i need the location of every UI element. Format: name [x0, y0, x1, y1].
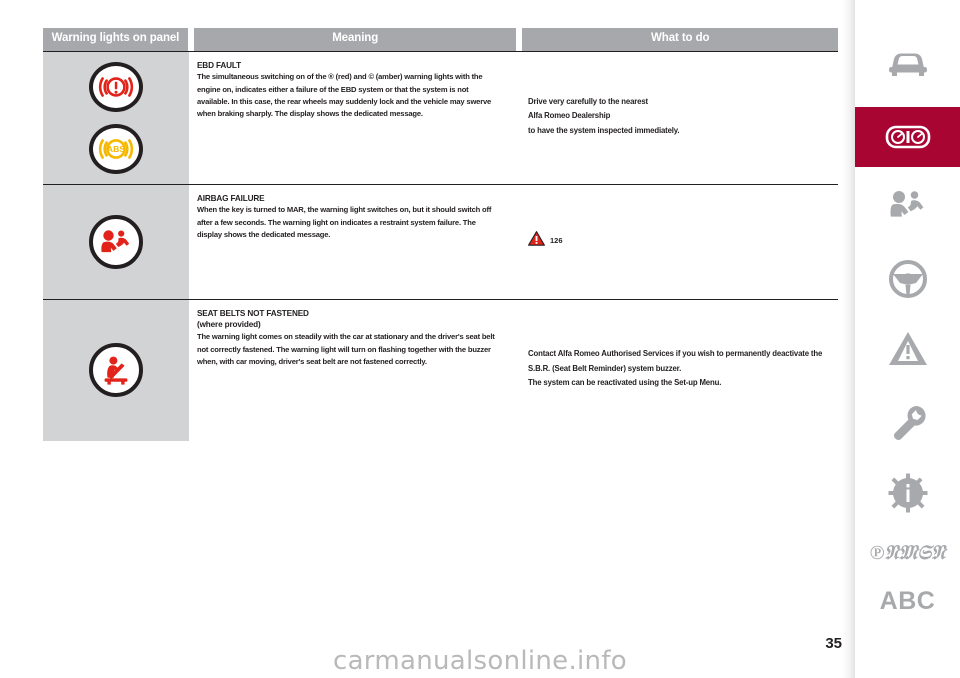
- svg-text:ABS: ABS: [107, 144, 125, 154]
- sidebar-item-steering[interactable]: [855, 248, 960, 310]
- table-row: SEAT BELTS NOT FASTENED (where provided)…: [43, 298, 838, 441]
- sidebar-item-safety[interactable]: [855, 172, 960, 242]
- warning-light-icons-cell: ABS: [43, 51, 189, 184]
- table-header-meaning: Meaning: [193, 28, 517, 51]
- warning-light-icons-cell: [43, 184, 189, 299]
- table-row: ABS EBD FAULT The simultaneous switching…: [43, 50, 838, 184]
- safety-airbag-icon: [886, 188, 930, 226]
- sidebar-item-car[interactable]: [855, 22, 960, 104]
- abs-icon: ABS: [89, 123, 143, 174]
- meaning-body: The simultaneous switching on of the ® (…: [197, 72, 492, 119]
- what-to-do-dealership: Alfa Romeo Dealership: [528, 111, 611, 121]
- meaning-body: The warning light comes on steadily with…: [197, 332, 495, 366]
- airbag-icon: [89, 214, 143, 269]
- index-signature-icon: ℗𝔑𝔐𝔖𝔑: [869, 539, 946, 564]
- table-row: AIRBAG FAILURE When the key is turned to…: [43, 183, 838, 299]
- what-to-do-cell: Contact Alfa Romeo Authorised Services i…: [514, 300, 838, 441]
- warning-triangle-icon: [887, 330, 929, 368]
- what-to-do-line: Drive very carefully to the nearest: [528, 96, 648, 106]
- car-icon: [886, 46, 930, 80]
- meaning-subtitle: (where provided): [197, 320, 261, 330]
- meaning-cell: SEAT BELTS NOT FASTENED (where provided)…: [189, 300, 514, 441]
- meaning-cell: AIRBAG FAILURE When the key is turned to…: [189, 185, 514, 299]
- what-to-do-cell: Drive very carefully to the nearest Alfa…: [514, 52, 838, 184]
- table-header-row: Warning lights on panel Meaning What to …: [43, 28, 838, 51]
- seat-belt-icon: [89, 343, 143, 397]
- manual-page: Warning lights on panel Meaning What to …: [0, 0, 960, 678]
- alphabetical-index-label: ABC: [879, 586, 936, 615]
- sidebar-item-index[interactable]: ℗𝔑𝔐𝔖𝔑: [855, 530, 960, 574]
- warning-lights-table: Warning lights on panel Meaning What to …: [43, 28, 838, 441]
- section-sidebar: ℗𝔑𝔐𝔖𝔑 ABC: [855, 0, 960, 678]
- sidebar-item-info[interactable]: [855, 458, 960, 528]
- warning-triangle-icon: [528, 230, 545, 251]
- what-to-do-line: Contact Alfa Romeo Authorised Services i…: [528, 349, 823, 373]
- sidebar-item-warnings[interactable]: [855, 318, 960, 380]
- table-header-what-to-do: What to do: [522, 28, 838, 51]
- warning-light-icons-cell: [43, 299, 189, 441]
- steering-wheel-icon: [888, 259, 928, 299]
- what-to-do-cell: 126: [514, 185, 838, 299]
- watermark: carmanualsonline.info: [332, 646, 627, 676]
- what-to-do-line: to have the system inspected immediately…: [528, 125, 680, 135]
- meaning-title: AIRBAG FAILURE: [197, 193, 265, 203]
- sidebar-item-alphabetical-index[interactable]: ABC: [855, 580, 960, 622]
- meaning-title: SEAT BELTS NOT FASTENED: [197, 308, 309, 318]
- page-reference-label: 126: [550, 236, 563, 245]
- info-gear-icon: [887, 472, 929, 514]
- sidebar-item-maintenance[interactable]: [855, 388, 960, 456]
- meaning-body: When the key is turned to MAR, the warni…: [197, 205, 492, 239]
- what-to-do-line: The system can be reactivated using the …: [528, 378, 722, 388]
- meaning-cell: EBD FAULT The simultaneous switching on …: [189, 52, 514, 184]
- sidebar-item-dashboard[interactable]: [855, 107, 960, 167]
- table-header-warning-lights: Warning lights on panel: [43, 28, 188, 51]
- page-reference: 126: [528, 230, 828, 251]
- dashboard-gauges-icon: [885, 123, 931, 151]
- brake-fault-icon: [89, 61, 143, 112]
- meaning-title: EBD FAULT: [197, 60, 241, 70]
- wrench-icon: [887, 401, 929, 443]
